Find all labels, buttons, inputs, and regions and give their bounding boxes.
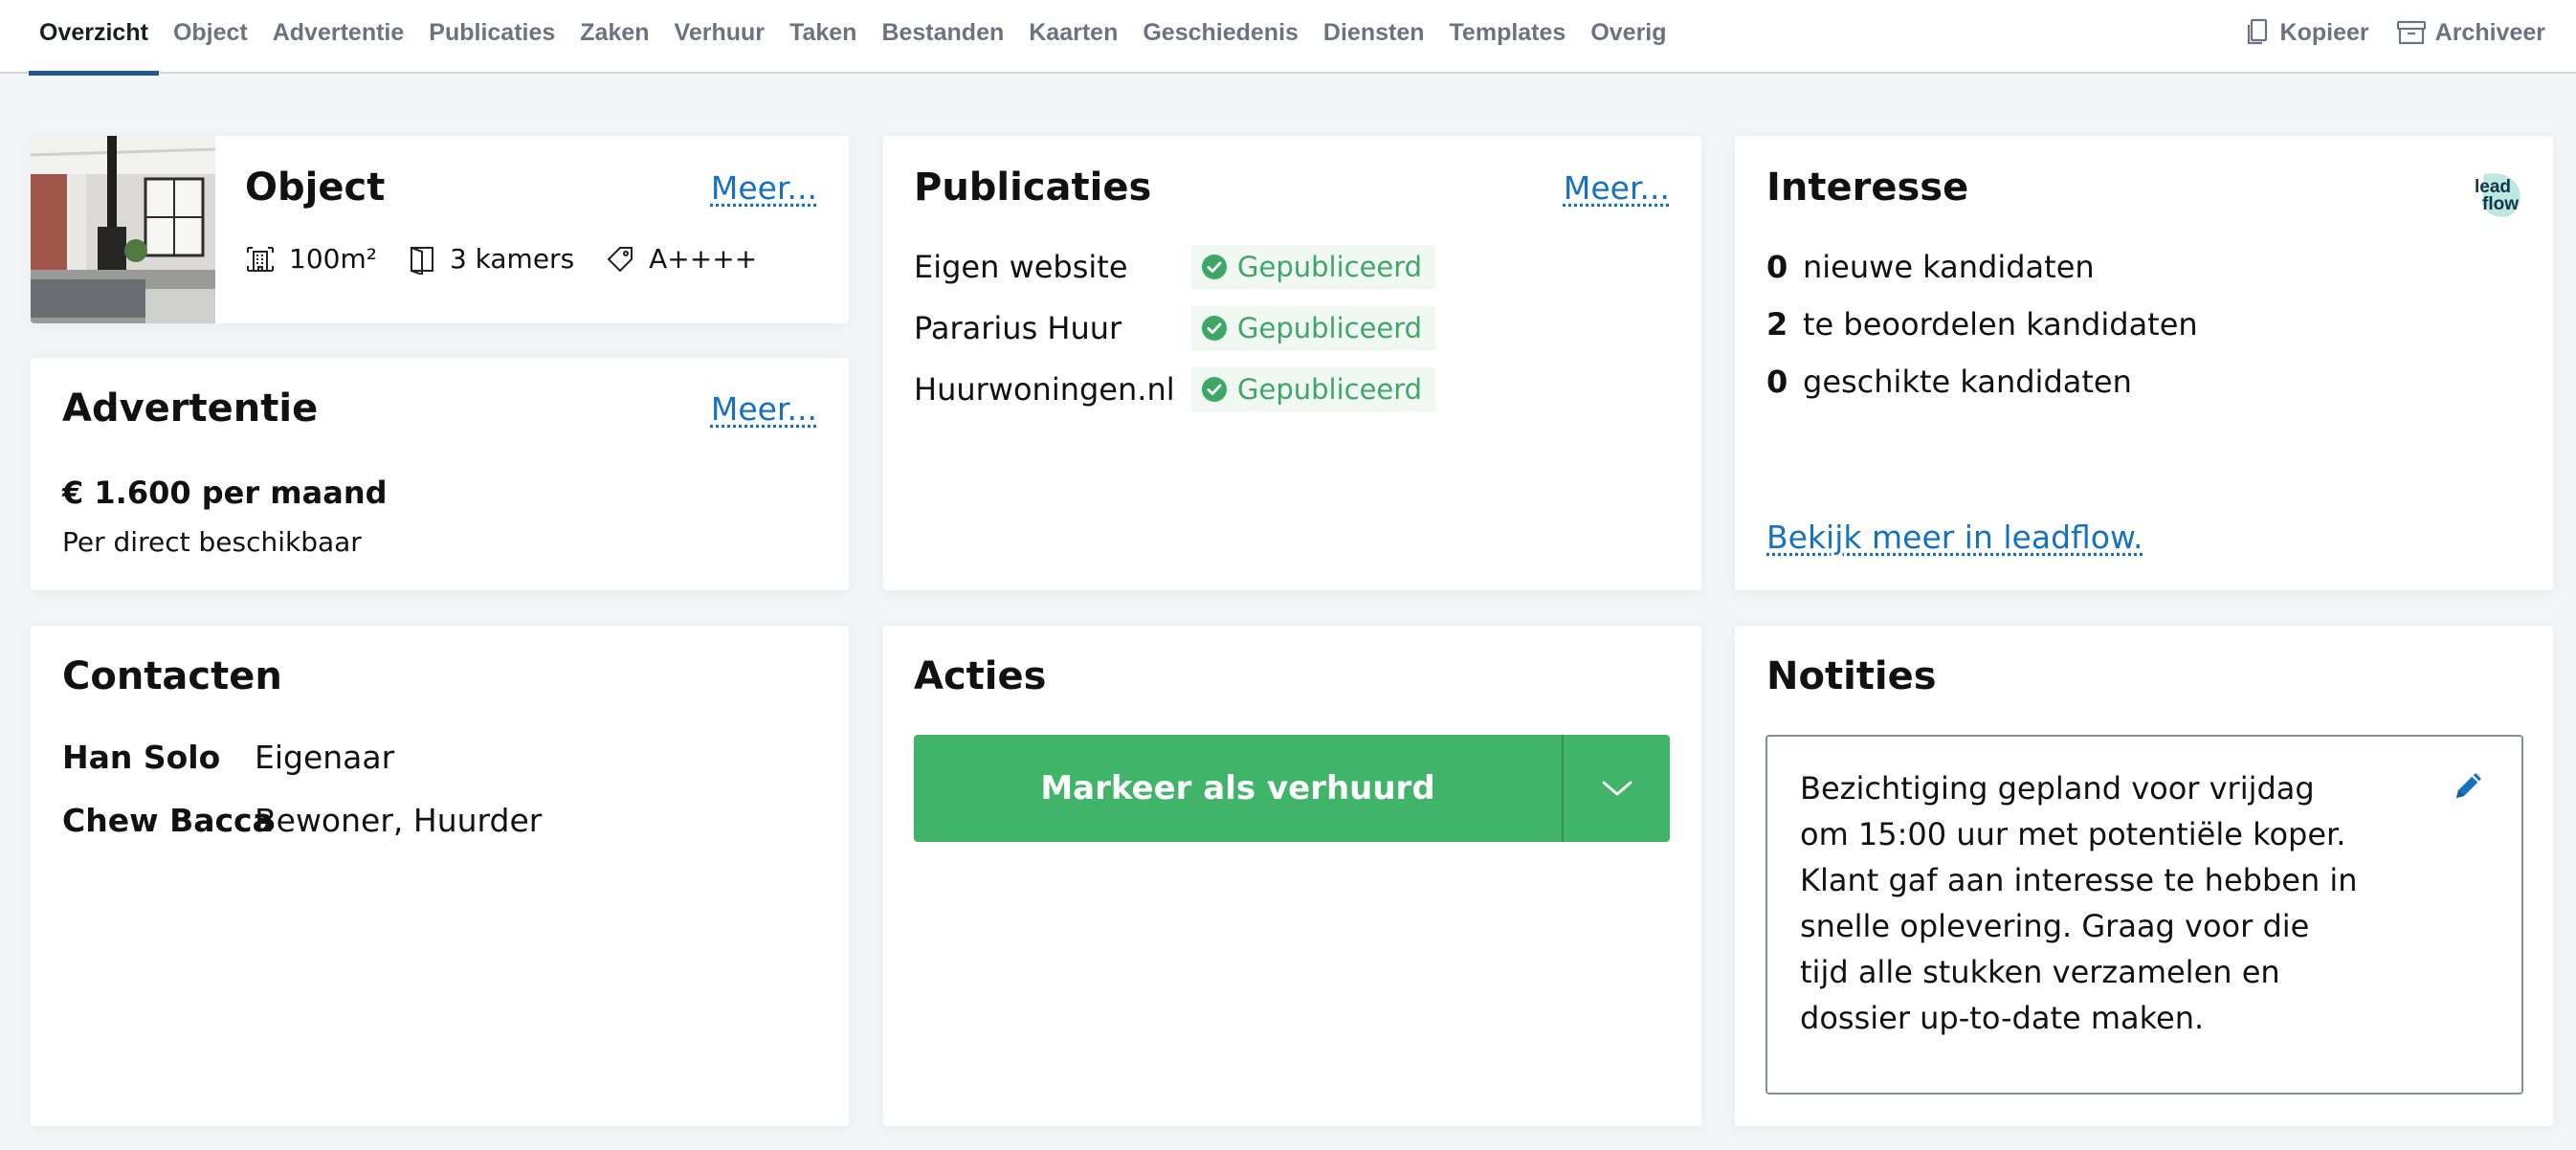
candidate-count: 0 <box>1766 364 1788 400</box>
tab-geschiedenis[interactable]: Geschiedenis <box>1130 0 1311 74</box>
acties-title: Acties <box>914 654 1047 698</box>
chevron-down-icon <box>1602 781 1632 796</box>
tab-overzicht[interactable]: Overzicht <box>27 0 161 76</box>
notities-card: Notities Bezichtiging gepland voor vrijd… <box>1735 626 2553 1126</box>
contacten-card: Contacten Han Solo Eigenaar Chew Bacca B… <box>31 626 849 1126</box>
spec-energy-value: A++++ <box>649 243 758 275</box>
tab-taken[interactable]: Taken <box>777 0 869 74</box>
check-circle-icon <box>1202 254 1227 279</box>
candidate-label: te beoordelen kandidaten <box>1803 306 2198 343</box>
status-badge: Gepubliceerd <box>1191 245 1436 289</box>
acties-card: Acties Markeer als verhuurd <box>883 626 1701 1126</box>
check-circle-icon <box>1202 316 1227 341</box>
contact-name: Han Solo <box>62 739 221 776</box>
tab-verhuur[interactable]: Verhuur <box>662 0 777 74</box>
note-text: Bezichtiging gepland voor vrijdag om 15:… <box>1800 770 2358 1036</box>
notes-box: Bezichtiging gepland voor vrijdag om 15:… <box>1765 735 2523 1095</box>
publication-row: Eigen website Gepubliceerd <box>914 245 1436 289</box>
spec-area-value: 100m² <box>289 243 377 275</box>
door-icon <box>410 246 433 275</box>
contact-role: Bewoner, Huurder <box>255 802 543 839</box>
candidate-count-new: 0 nieuwe kandidaten <box>1766 249 2095 285</box>
advertentie-title: Advertentie <box>62 387 319 431</box>
contact-name: Chew Bacca <box>62 802 274 839</box>
tab-diensten[interactable]: Diensten <box>1311 0 1437 74</box>
candidate-count: 2 <box>1766 306 1788 343</box>
contacten-title: Contacten <box>62 654 282 698</box>
status-label: Gepubliceerd <box>1237 251 1423 283</box>
building-icon <box>247 246 274 272</box>
candidate-label: nieuwe kandidaten <box>1803 249 2095 285</box>
publication-name: Eigen website <box>914 249 1128 285</box>
tab-publicaties[interactable]: Publicaties <box>416 0 567 74</box>
publicaties-title: Publicaties <box>914 166 1152 210</box>
tab-templates[interactable]: Templates <box>1437 0 1579 74</box>
candidate-label: geschikte kandidaten <box>1803 364 2132 400</box>
archive-label: Archiveer <box>2434 18 2545 46</box>
header-actions: Kopieer Archiveer <box>2216 0 2545 65</box>
spec-rooms: 3 kamers <box>408 243 574 275</box>
publication-name: Pararius Huur <box>914 310 1122 346</box>
check-circle-icon <box>1202 377 1227 402</box>
tab-kaarten[interactable]: Kaarten <box>1016 0 1130 74</box>
leadflow-logo: lead flow <box>2471 168 2524 222</box>
action-dropdown-toggle[interactable] <box>1564 735 1670 842</box>
tab-advertentie[interactable]: Advertentie <box>260 0 417 74</box>
object-title: Object <box>245 166 386 210</box>
pencil-icon <box>2456 773 2481 798</box>
availability-text: Per direct beschikbaar <box>62 526 362 558</box>
publication-name: Huurwoningen.nl <box>914 371 1175 408</box>
contact-row[interactable]: Chew Bacca Bewoner, Huurder <box>62 802 542 839</box>
notities-title: Notities <box>1766 654 1937 698</box>
top-navigation: Overzicht Object Advertentie Publicaties… <box>0 0 2576 76</box>
tab-object[interactable]: Object <box>161 0 260 74</box>
split-action-button: Markeer als verhuurd <box>914 735 1670 842</box>
leadflow-logo-text: flow <box>2482 194 2519 214</box>
candidate-count: 0 <box>1766 249 1788 285</box>
archive-button[interactable]: Archiveer <box>2396 19 2545 47</box>
contact-row[interactable]: Han Solo Eigenaar <box>62 739 394 776</box>
interesse-title: Interesse <box>1766 166 1969 210</box>
archive-icon <box>2396 20 2426 45</box>
spec-area: 100m² <box>245 243 377 275</box>
copy-label: Kopieer <box>2279 18 2369 46</box>
object-photo <box>31 136 215 323</box>
candidate-count-review: 2 te beoordelen kandidaten <box>1766 306 2198 343</box>
edit-note-button[interactable] <box>2453 769 2485 806</box>
publicaties-more-link[interactable]: Meer... <box>1564 169 1670 207</box>
tab-bar: Overzicht Object Advertentie Publicaties… <box>27 0 1679 76</box>
copy-button[interactable]: Kopieer <box>2243 18 2369 47</box>
tag-icon <box>607 246 633 272</box>
spec-energy: A++++ <box>605 243 757 275</box>
candidate-count-suitable: 0 geschikte kandidaten <box>1766 364 2132 400</box>
rent-price: € 1.600 per maand <box>62 475 388 511</box>
advertentie-more-link[interactable]: Meer... <box>711 390 817 428</box>
contact-role: Eigenaar <box>255 739 395 776</box>
mark-as-rented-button[interactable]: Markeer als verhuurd <box>914 735 1564 842</box>
advertentie-card: Advertentie Meer... € 1.600 per maand Pe… <box>31 358 849 590</box>
interesse-card: Interesse lead flow 0 nieuwe kandidaten … <box>1735 136 2553 590</box>
status-badge: Gepubliceerd <box>1191 306 1436 350</box>
publicaties-card: Publicaties Meer... Eigen website Gepubl… <box>883 136 1701 590</box>
status-badge: Gepubliceerd <box>1191 367 1436 411</box>
copy-icon <box>2247 18 2267 45</box>
object-card: Object Meer... 100m² 3 kamers A++++ <box>31 136 849 323</box>
status-label: Gepubliceerd <box>1237 312 1423 344</box>
publication-row: Huurwoningen.nl Gepubliceerd <box>914 367 1436 411</box>
object-more-link[interactable]: Meer... <box>711 169 817 207</box>
publication-row: Pararius Huur Gepubliceerd <box>914 306 1436 350</box>
tab-zaken[interactable]: Zaken <box>567 0 661 74</box>
object-specs: 100m² 3 kamers A++++ <box>245 243 788 275</box>
spec-rooms-value: 3 kamers <box>449 243 575 275</box>
tab-bestanden[interactable]: Bestanden <box>869 0 1016 74</box>
status-label: Gepubliceerd <box>1237 373 1423 406</box>
leadflow-link[interactable]: Bekijk meer in leadflow. <box>1766 519 2143 556</box>
tab-overig[interactable]: Overig <box>1578 0 1678 74</box>
